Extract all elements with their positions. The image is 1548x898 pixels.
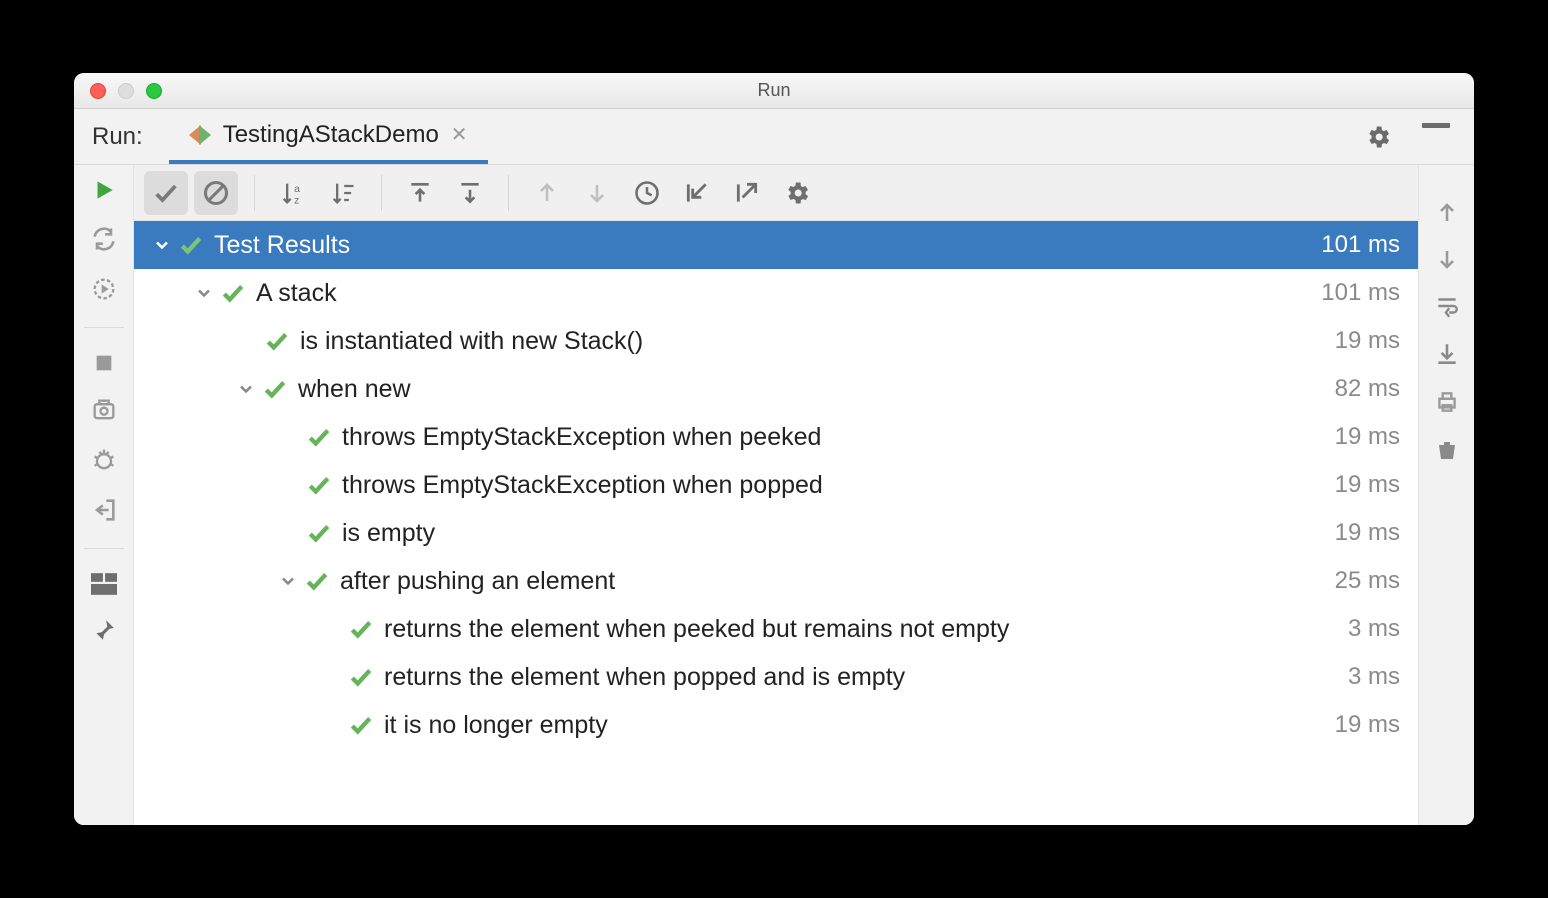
test-toolbar: az — [134, 165, 1418, 221]
test-time: 101 ms — [1321, 279, 1400, 307]
chevron-down-icon[interactable] — [188, 283, 220, 303]
test-label: returns the element when peeked but rema… — [384, 615, 1009, 644]
toggle-auto-test-icon[interactable] — [90, 225, 118, 253]
test-time: 82 ms — [1335, 375, 1400, 403]
test-settings-icon[interactable] — [775, 171, 819, 215]
pass-icon — [178, 232, 204, 258]
pass-icon — [306, 424, 332, 450]
left-action-gutter — [74, 165, 134, 825]
svg-text:a: a — [294, 182, 300, 194]
window-title: Run — [74, 80, 1474, 101]
pass-icon — [306, 472, 332, 498]
test-label: Test Results — [214, 231, 350, 260]
close-tab-icon[interactable]: ✕ — [451, 122, 468, 147]
rerun-failed-icon[interactable] — [90, 275, 118, 303]
pass-icon — [262, 376, 288, 402]
test-label: after pushing an element — [340, 567, 615, 596]
test-time: 19 ms — [1335, 423, 1400, 451]
test-time: 25 ms — [1335, 567, 1400, 595]
rerun-icon[interactable] — [91, 177, 117, 203]
chevron-down-icon[interactable] — [146, 235, 178, 255]
test-time: 19 ms — [1335, 711, 1400, 739]
panel-label: Run: — [92, 123, 143, 151]
expand-all-icon[interactable] — [398, 171, 442, 215]
pass-icon — [220, 280, 246, 306]
tree-row[interactable]: returns the element when peeked but rema… — [134, 605, 1418, 653]
next-failed-icon[interactable] — [575, 171, 619, 215]
run-config-icon — [189, 125, 211, 145]
test-label: when new — [298, 375, 411, 404]
tree-row[interactable]: throws EmptyStackException when peeked 1… — [134, 413, 1418, 461]
run-tabbar: Run: TestingAStackDemo ✕ — [74, 109, 1474, 165]
tree-row[interactable]: is empty 19 ms — [134, 509, 1418, 557]
scroll-up-icon[interactable] — [1435, 201, 1459, 225]
test-time: 19 ms — [1335, 471, 1400, 499]
right-action-gutter — [1418, 165, 1474, 825]
pass-icon — [306, 520, 332, 546]
chevron-down-icon[interactable] — [272, 571, 304, 591]
pass-icon — [348, 712, 374, 738]
export-results-icon[interactable] — [725, 171, 769, 215]
test-history-icon[interactable] — [625, 171, 669, 215]
pass-icon — [348, 664, 374, 690]
pass-icon — [304, 568, 330, 594]
test-time: 19 ms — [1335, 327, 1400, 355]
test-label: is empty — [342, 519, 435, 548]
scroll-to-end-icon[interactable] — [1434, 341, 1460, 367]
test-time: 3 ms — [1348, 663, 1400, 691]
titlebar[interactable]: Run — [74, 73, 1474, 109]
dump-threads-icon[interactable] — [90, 396, 118, 424]
tree-row[interactable]: A stack 101 ms — [134, 269, 1418, 317]
tree-row[interactable]: returns the element when popped and is e… — [134, 653, 1418, 701]
sort-alpha-icon[interactable]: az — [271, 171, 315, 215]
test-time: 19 ms — [1335, 519, 1400, 547]
test-label: throws EmptyStackException when popped — [342, 471, 823, 500]
test-label: throws EmptyStackException when peeked — [342, 423, 821, 452]
test-tree[interactable]: Test Results 101 ms A stack 101 ms — [134, 221, 1418, 825]
tree-row[interactable]: it is no longer empty 19 ms — [134, 701, 1418, 749]
clear-all-icon[interactable] — [1435, 437, 1459, 463]
chevron-down-icon[interactable] — [230, 379, 262, 399]
tree-row[interactable]: is instantiated with new Stack() 19 ms — [134, 317, 1418, 365]
test-label: is instantiated with new Stack() — [300, 327, 643, 356]
run-tool-window: Run Run: TestingAStackDemo ✕ — [74, 73, 1474, 825]
run-config-tab[interactable]: TestingAStackDemo ✕ — [169, 109, 488, 164]
test-time: 101 ms — [1321, 231, 1400, 259]
pass-icon — [348, 616, 374, 642]
test-label: it is no longer empty — [384, 711, 608, 740]
settings-icon[interactable] — [1364, 123, 1392, 151]
collapse-all-icon[interactable] — [448, 171, 492, 215]
pass-icon — [264, 328, 290, 354]
hide-panel-icon[interactable] — [1422, 123, 1450, 151]
svg-text:z: z — [294, 194, 299, 206]
import-results-icon[interactable] — [675, 171, 719, 215]
test-label: returns the element when popped and is e… — [384, 663, 905, 692]
layout-icon[interactable] — [91, 573, 117, 595]
tree-row[interactable]: throws EmptyStackException when popped 1… — [134, 461, 1418, 509]
scroll-down-icon[interactable] — [1435, 247, 1459, 271]
run-config-name: TestingAStackDemo — [223, 121, 439, 149]
tree-row[interactable]: when new 82 ms — [134, 365, 1418, 413]
show-ignored-icon[interactable] — [194, 171, 238, 215]
print-icon[interactable] — [1434, 389, 1460, 415]
tree-row[interactable]: after pushing an element 25 ms — [134, 557, 1418, 605]
debug-icon[interactable] — [90, 446, 118, 474]
tree-row-root[interactable]: Test Results 101 ms — [134, 221, 1418, 269]
stop-icon[interactable] — [93, 352, 115, 374]
sort-duration-icon[interactable] — [321, 171, 365, 215]
show-passed-icon[interactable] — [144, 171, 188, 215]
pin-icon[interactable] — [91, 617, 117, 643]
test-label: A stack — [256, 279, 337, 308]
prev-failed-icon[interactable] — [525, 171, 569, 215]
exit-icon[interactable] — [90, 496, 118, 524]
test-time: 3 ms — [1348, 615, 1400, 643]
soft-wrap-icon[interactable] — [1434, 293, 1460, 319]
